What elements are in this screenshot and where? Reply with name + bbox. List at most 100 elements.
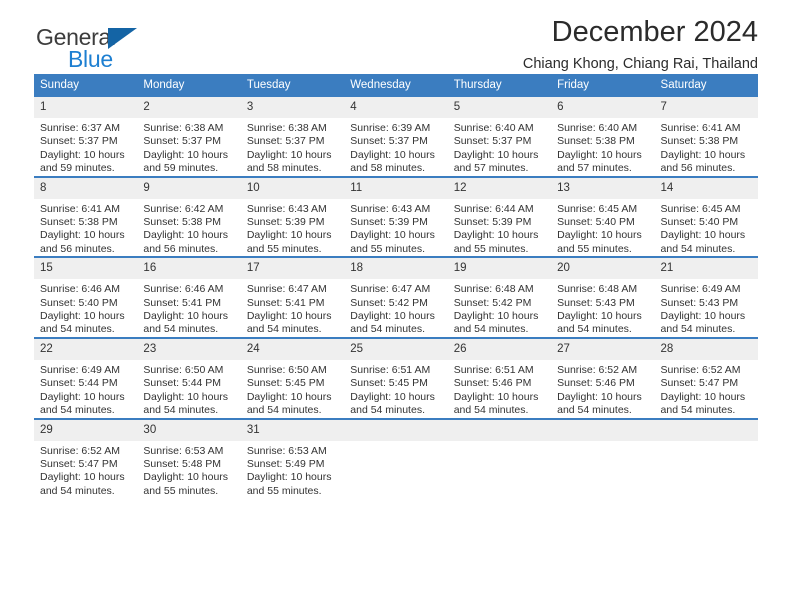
calendar-page: General Blue December 2024 Chiang Khong,… bbox=[0, 0, 792, 612]
sunset-text: Sunset: 5:46 PM bbox=[453, 377, 532, 390]
day-number: 7 bbox=[654, 97, 758, 118]
calendar-day-cell[interactable]: 17 Sunrise: 6:47 AM Sunset: 5:41 PM Dayligh… bbox=[240, 256, 345, 338]
calendar-day-cell[interactable]: 2 Sunrise: 6:38 AM Sunset: 5:37 PM Daylight… bbox=[137, 97, 241, 177]
sunrise-text: Sunrise: 6:51 AM bbox=[453, 363, 534, 376]
calendar-day-cell[interactable]: 8 Sunrise: 6:41 AM Sunset: 5:38 PM Daylight… bbox=[34, 175, 138, 258]
calendar-day-cell[interactable]: 25 Sunrise: 6:51 AM Sunset: 5:45 PM Dayligh… bbox=[344, 336, 448, 419]
day-number: 28 bbox=[654, 338, 758, 360]
daylight-text: Daylight: 10 hours and 54 minutes. bbox=[453, 310, 539, 336]
day-number: 15 bbox=[34, 258, 138, 280]
day-number: 17 bbox=[240, 258, 345, 280]
sunrise-text: Sunrise: 6:45 AM bbox=[660, 202, 741, 215]
sunset-text: Sunset: 5:43 PM bbox=[660, 296, 739, 309]
day-details: Sunrise: 6:51 AM Sunset: 5:46 PM Daylight:… bbox=[448, 360, 551, 418]
daylight-text: Daylight: 10 hours and 54 minutes. bbox=[557, 390, 642, 417]
day-number: 29 bbox=[34, 419, 138, 441]
calendar-day-cell[interactable]: 13 Sunrise: 6:45 AM Sunset: 5:40 PM Dayligh… bbox=[551, 175, 655, 258]
calendar-day-cell[interactable]: 28 Sunrise: 6:52 AM Sunset: 5:47 PM Dayligh… bbox=[654, 336, 758, 419]
sunrise-text: Sunrise: 6:50 AM bbox=[246, 363, 327, 376]
calendar-day-cell[interactable]: 23 Sunrise: 6:50 AM Sunset: 5:44 PM Dayligh… bbox=[137, 336, 241, 419]
calendar-week-row: 15 Sunrise: 6:46 AM Sunset: 5:40 PM Dayligh… bbox=[34, 256, 758, 338]
sunrise-text: Sunrise: 6:50 AM bbox=[143, 363, 224, 376]
calendar-day-cell[interactable]: 29 Sunrise: 6:52 AM Sunset: 5:47 PM Dayligh… bbox=[34, 417, 138, 499]
day-details: Sunrise: 6:43 AM Sunset: 5:39 PM Daylight:… bbox=[344, 199, 447, 257]
day-details: Sunrise: 6:48 AM Sunset: 5:43 PM Daylight:… bbox=[551, 279, 654, 337]
day-number: 13 bbox=[551, 177, 655, 199]
calendar-day-cell[interactable]: 31 Sunrise: 6:53 AM Sunset: 5:49 PM Dayligh… bbox=[240, 417, 345, 499]
calendar-day-cell[interactable]: 4 Sunrise: 6:39 AM Sunset: 5:37 PM Daylight… bbox=[344, 97, 448, 177]
title-block: December 2024 Chiang Khong, Chiang Rai, … bbox=[523, 14, 758, 75]
calendar-day-cell[interactable]: 22 Sunrise: 6:49 AM Sunset: 5:44 PM Dayligh… bbox=[34, 336, 138, 419]
day-details: Sunrise: 6:38 AM Sunset: 5:37 PM Daylight:… bbox=[137, 118, 240, 176]
day-number: 21 bbox=[654, 258, 758, 280]
daylight-text: Daylight: 10 hours and 55 minutes. bbox=[453, 229, 539, 255]
calendar-week-row: 1 Sunrise: 6:37 AM Sunset: 5:37 PM Daylight… bbox=[34, 97, 758, 177]
sunset-text: Sunset: 5:39 PM bbox=[453, 216, 532, 229]
day-details: Sunrise: 6:51 AM Sunset: 5:45 PM Daylight:… bbox=[344, 360, 447, 418]
sunrise-text: Sunrise: 6:40 AM bbox=[453, 122, 534, 134]
calendar-day-cell[interactable]: 7 Sunrise: 6:41 AM Sunset: 5:38 PM Daylight… bbox=[654, 97, 758, 177]
calendar-day-cell[interactable]: 21 Sunrise: 6:49 AM Sunset: 5:43 PM Dayligh… bbox=[654, 256, 758, 338]
day-details: Sunrise: 6:40 AM Sunset: 5:37 PM Daylight:… bbox=[448, 118, 551, 176]
calendar-day-cell[interactable]: 19 Sunrise: 6:48 AM Sunset: 5:42 PM Dayligh… bbox=[447, 256, 552, 338]
day-number: 12 bbox=[447, 177, 552, 199]
calendar-day-cell[interactable]: 3 Sunrise: 6:38 AM Sunset: 5:37 PM Daylight… bbox=[240, 97, 345, 177]
sunrise-text: Sunrise: 6:48 AM bbox=[453, 283, 534, 296]
daylight-text: Daylight: 10 hours and 54 minutes. bbox=[350, 310, 435, 336]
weekday-header-sunday: Sunday bbox=[34, 74, 138, 97]
calendar-day-cell[interactable]: 26 Sunrise: 6:51 AM Sunset: 5:46 PM Dayligh… bbox=[447, 336, 552, 419]
sunset-text: Sunset: 5:38 PM bbox=[40, 216, 118, 229]
day-number: 8 bbox=[34, 177, 138, 199]
sunrise-text: Sunrise: 6:41 AM bbox=[660, 122, 741, 134]
day-number: 22 bbox=[34, 338, 138, 360]
sunrise-text: Sunrise: 6:52 AM bbox=[660, 363, 741, 376]
sunrise-text: Sunrise: 6:43 AM bbox=[350, 202, 431, 215]
calendar-week-row: 8 Sunrise: 6:41 AM Sunset: 5:38 PM Daylight… bbox=[34, 175, 758, 258]
daylight-text: Daylight: 10 hours and 54 minutes. bbox=[246, 310, 332, 336]
daylight-text: Daylight: 10 hours and 56 minutes. bbox=[40, 229, 125, 255]
calendar-day-cell[interactable]: 18 Sunrise: 6:47 AM Sunset: 5:42 PM Dayligh… bbox=[344, 256, 448, 338]
calendar-week-row: 29 Sunrise: 6:52 AM Sunset: 5:47 PM Dayligh… bbox=[34, 417, 758, 499]
day-number bbox=[447, 419, 552, 441]
calendar-day-cell[interactable]: 16 Sunrise: 6:46 AM Sunset: 5:41 PM Dayligh… bbox=[137, 256, 241, 338]
calendar-day-cell[interactable]: 9 Sunrise: 6:42 AM Sunset: 5:38 PM Daylight… bbox=[137, 175, 241, 258]
sunrise-text: Sunrise: 6:39 AM bbox=[350, 122, 431, 134]
daylight-text: Daylight: 10 hours and 58 minutes. bbox=[246, 148, 332, 175]
day-number: 19 bbox=[447, 258, 552, 280]
day-details: Sunrise: 6:42 AM Sunset: 5:38 PM Daylight:… bbox=[137, 199, 240, 257]
sunrise-text: Sunrise: 6:51 AM bbox=[350, 363, 431, 376]
sunset-text: Sunset: 5:45 PM bbox=[350, 377, 428, 390]
sunrise-text: Sunrise: 6:42 AM bbox=[143, 202, 224, 215]
daylight-text: Daylight: 10 hours and 57 minutes. bbox=[557, 148, 642, 175]
weekday-header-tuesday: Tuesday bbox=[240, 74, 345, 97]
calendar-day-cell[interactable]: 14 Sunrise: 6:45 AM Sunset: 5:40 PM Dayligh… bbox=[654, 175, 758, 258]
day-number: 20 bbox=[551, 258, 655, 280]
sunrise-text: Sunrise: 6:44 AM bbox=[453, 202, 534, 215]
calendar-day-cell[interactable]: 15 Sunrise: 6:46 AM Sunset: 5:40 PM Dayligh… bbox=[34, 256, 138, 338]
page-subtitle: Chiang Khong, Chiang Rai, Thailand bbox=[522, 56, 758, 72]
day-number: 5 bbox=[447, 97, 552, 118]
generalblue-logo[interactable]: General Blue bbox=[36, 26, 156, 72]
calendar-day-cell[interactable]: 24 Sunrise: 6:50 AM Sunset: 5:45 PM Dayligh… bbox=[240, 336, 345, 419]
calendar-day-cell[interactable]: 27 Sunrise: 6:52 AM Sunset: 5:46 PM Dayligh… bbox=[551, 336, 655, 419]
sunset-text: Sunset: 5:38 PM bbox=[660, 135, 739, 148]
sunset-text: Sunset: 5:38 PM bbox=[143, 216, 222, 229]
daylight-text: Daylight: 10 hours and 56 minutes. bbox=[660, 148, 746, 175]
calendar-day-cell[interactable]: 10 Sunrise: 6:43 AM Sunset: 5:39 PM Dayligh… bbox=[240, 175, 345, 258]
sunset-text: Sunset: 5:37 PM bbox=[350, 135, 428, 148]
day-number bbox=[344, 419, 448, 441]
calendar-day-cell[interactable]: 6 Sunrise: 6:40 AM Sunset: 5:38 PM Daylight… bbox=[551, 97, 655, 177]
daylight-text: Daylight: 10 hours and 54 minutes. bbox=[660, 390, 746, 417]
calendar-day-cell[interactable]: 12 Sunrise: 6:44 AM Sunset: 5:39 PM Dayligh… bbox=[447, 175, 552, 258]
calendar-day-cell[interactable]: 30 Sunrise: 6:53 AM Sunset: 5:48 PM Dayligh… bbox=[137, 417, 241, 499]
weekday-header-monday: Monday bbox=[137, 74, 241, 97]
calendar-day-cell[interactable]: 1 Sunrise: 6:37 AM Sunset: 5:37 PM Daylight… bbox=[34, 97, 138, 177]
day-number: 1 bbox=[34, 97, 138, 118]
daylight-text: Daylight: 10 hours and 54 minutes. bbox=[143, 390, 229, 417]
calendar-day-cell[interactable]: 20 Sunrise: 6:48 AM Sunset: 5:43 PM Dayligh… bbox=[551, 256, 655, 338]
sunset-text: Sunset: 5:49 PM bbox=[246, 457, 325, 470]
calendar-day-cell[interactable]: 11 Sunrise: 6:43 AM Sunset: 5:39 PM Dayligh… bbox=[344, 175, 448, 258]
calendar-day-cell[interactable]: 5 Sunrise: 6:40 AM Sunset: 5:37 PM Daylight… bbox=[447, 97, 552, 177]
sunset-text: Sunset: 5:41 PM bbox=[143, 296, 222, 309]
day-number: 30 bbox=[137, 419, 241, 441]
